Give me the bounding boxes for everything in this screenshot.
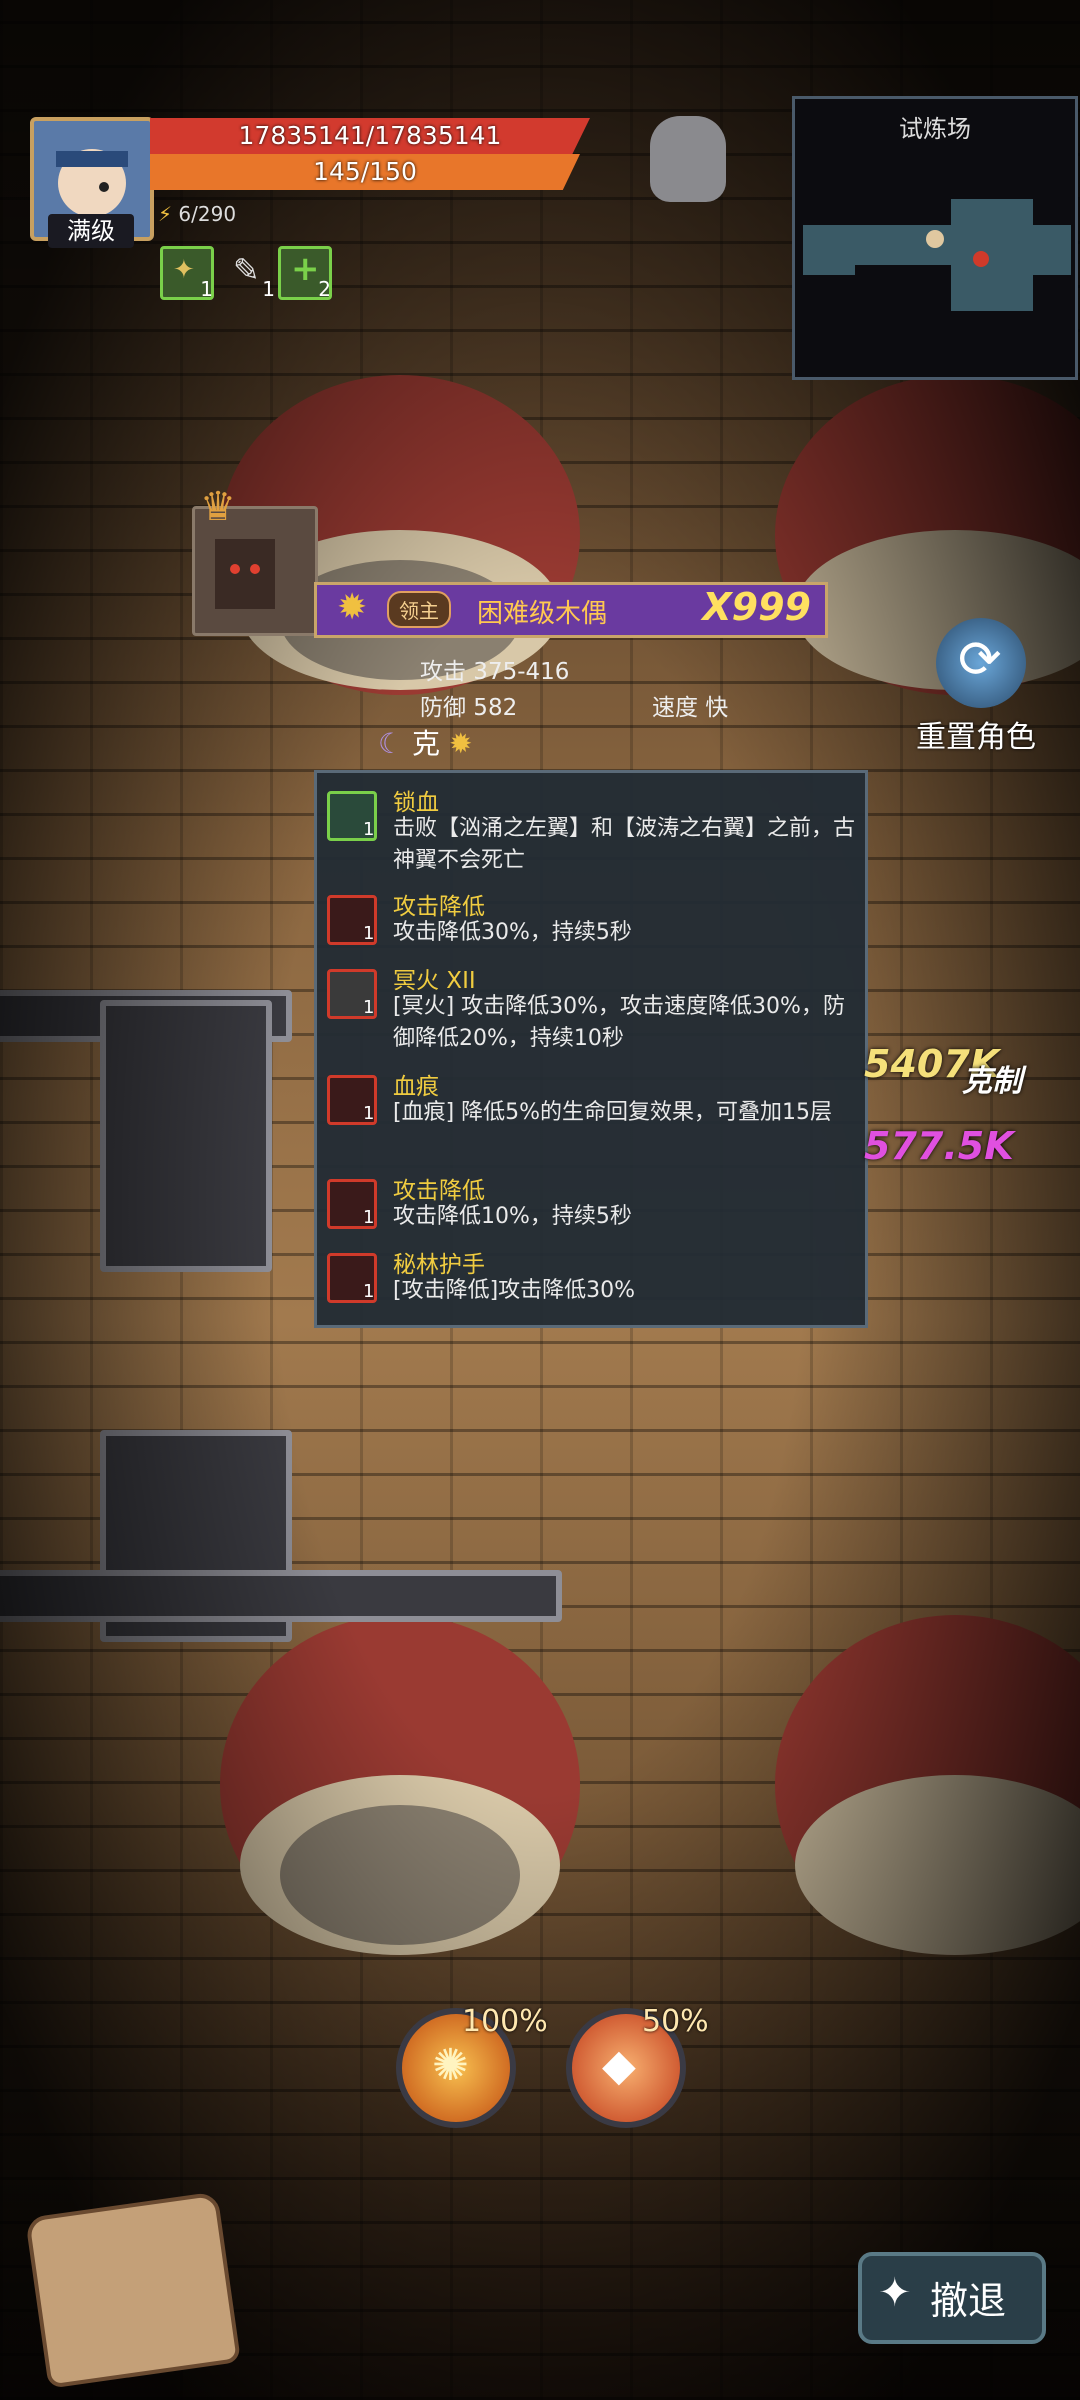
running-figure-icon: ✦ <box>878 2270 912 2316</box>
buff-count: 2 <box>318 277 331 301</box>
bug-icon: ✦ <box>173 255 195 285</box>
buff-heal[interactable]: + 2 <box>278 246 332 301</box>
skill-charge: 50% <box>642 2004 709 2039</box>
boss-attack: 攻击 375-416 <box>420 659 570 685</box>
sun-icon: ✹ <box>337 587 368 628</box>
heal-plus-icon: + <box>291 249 320 289</box>
boss-tag: 领主 <box>387 591 451 628</box>
refresh-icon: ⟳ <box>958 630 1002 690</box>
energy-readout: ⚡ 6/290 <box>158 202 236 226</box>
buff-feather[interactable]: ✎ 1 <box>222 246 276 301</box>
effect-desc: 击败【汹涌之左翼】和【波涛之右翼】之前，古神翼不会死亡 <box>393 816 856 873</box>
effect-desc: 攻击降低10%，持续5秒 <box>393 1204 632 1229</box>
crown-icon: ♛ <box>200 484 236 530</box>
effect-title: 冥火 XII <box>393 968 476 994</box>
boss-defense: 防御 582 <box>420 695 518 721</box>
feather-icon: ✎ <box>233 251 260 289</box>
energy-text: 6/290 <box>178 202 237 226</box>
buff-count: 1 <box>262 277 275 301</box>
effect-title: 攻击降低 <box>393 894 485 920</box>
boss-speed: 速度 快 <box>652 695 729 721</box>
buff-count: 1 <box>200 277 213 301</box>
effect-desc: [冥火] 攻击降低30%，攻击速度降低30%，防御降低20%，持续10秒 <box>393 994 845 1051</box>
effects-panel: 1 锁血 击败【汹涌之左翼】和【波涛之右翼】之前，古神翼不会死亡 1 攻击降低 … <box>314 770 868 1328</box>
damage-number: 577.5K <box>864 1124 1014 1168</box>
effect-desc: [攻击降低]攻击降低30% <box>393 1278 636 1303</box>
buff-bug[interactable]: ✦ 1 <box>160 246 214 301</box>
effect-desc: 攻击降低30%，持续5秒 <box>393 920 632 945</box>
minimap-rooms <box>803 199 1071 311</box>
minimap[interactable]: 试炼场 <box>792 96 1078 380</box>
boss-name: 困难级木偶 <box>477 599 608 629</box>
reset-label[interactable]: 重置角色 <box>916 712 1036 756</box>
rune-stone-icon[interactable] <box>650 116 726 202</box>
player-marker-icon <box>926 230 944 248</box>
enemy-marker-icon <box>973 251 989 267</box>
backpack-icon[interactable] <box>24 2191 242 2389</box>
fire-burst-icon: ✺ <box>432 2040 469 2091</box>
lightning-icon: ⚡ <box>158 202 173 226</box>
counter-label: 克 <box>412 727 441 760</box>
mp-bar: 145/150 <box>150 154 580 190</box>
retreat-button[interactable]: ✦ 撤退 <box>858 2252 1046 2344</box>
sun-icon: ✹ <box>448 727 473 760</box>
reset-button[interactable]: ⟳ <box>936 618 1026 708</box>
hp-text: 17835141/17835141 <box>238 121 502 150</box>
effect-title: 血痕 <box>393 1074 439 1100</box>
boss-banner: ✹ 领主 困难级木偶 X999 <box>314 582 828 638</box>
mp-text: 145/150 <box>313 157 417 186</box>
effect-title: 秘林护手 <box>393 1252 485 1278</box>
counter-row: ☾ 克 ✹ <box>378 722 472 762</box>
level-label: 满级 <box>48 214 134 248</box>
retreat-label: 撤退 <box>930 2279 1007 2323</box>
effect-desc: [血痕] 降低5%的生命回复效果，可叠加15层 <box>393 1100 833 1125</box>
damage-number: 克制 <box>962 1064 1022 1099</box>
skill-charge: 100% <box>462 2004 548 2039</box>
hp-bar: 17835141/17835141 <box>150 118 590 154</box>
flame-blade-icon: ◆ <box>602 2040 636 2091</box>
effect-title: 攻击降低 <box>393 1178 485 1204</box>
effect-title: 锁血 <box>393 790 439 816</box>
moon-icon: ☾ <box>378 727 404 760</box>
boss-multiplier: X999 <box>702 585 811 629</box>
